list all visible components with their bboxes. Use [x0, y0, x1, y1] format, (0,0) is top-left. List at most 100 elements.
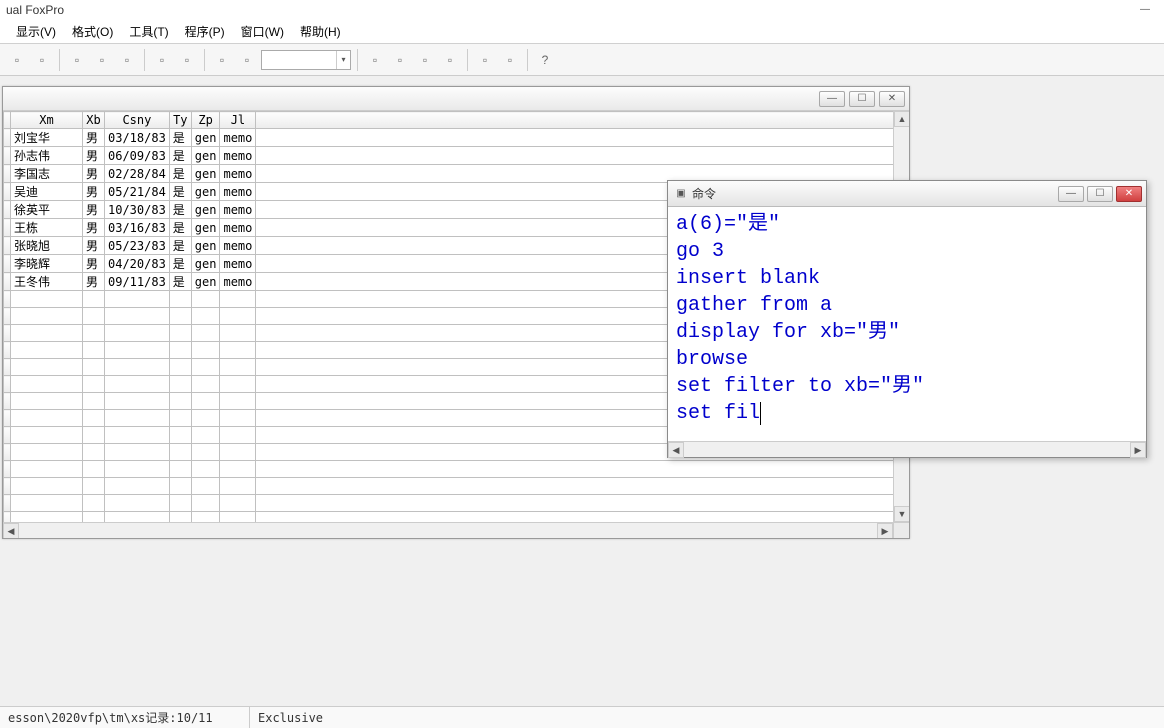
- table-row[interactable]: 孙志伟男06/09/83是genmemo: [4, 147, 904, 165]
- cell-zp[interactable]: gen: [191, 147, 220, 165]
- toolbar-combo[interactable]: ▾: [261, 50, 351, 70]
- cell-jl[interactable]: memo: [220, 183, 256, 201]
- cell-csny[interactable]: 05/23/83: [105, 237, 170, 255]
- row-header[interactable]: [4, 237, 11, 255]
- table-row[interactable]: 刘宝华男03/18/83是genmemo: [4, 129, 904, 147]
- cut-icon[interactable]: ▫: [66, 49, 88, 71]
- cell-jl[interactable]: memo: [220, 237, 256, 255]
- cell-xb[interactable]: 男: [83, 255, 105, 273]
- cell-xm[interactable]: 李国志: [11, 165, 83, 183]
- close-button[interactable]: ✕: [879, 91, 905, 107]
- modify-icon[interactable]: ▫: [236, 49, 258, 71]
- column-header-xb[interactable]: Xb: [83, 112, 105, 129]
- cell-xm[interactable]: 王栋: [11, 219, 83, 237]
- column-header-zp[interactable]: Zp: [191, 112, 220, 129]
- cell-xb[interactable]: 男: [83, 129, 105, 147]
- run-icon[interactable]: ▫: [211, 49, 233, 71]
- cell-ty[interactable]: 是: [169, 165, 191, 183]
- row-header[interactable]: [4, 129, 11, 147]
- cell-xb[interactable]: 男: [83, 273, 105, 291]
- cell-xb[interactable]: 男: [83, 219, 105, 237]
- cell-xm[interactable]: 张晓旭: [11, 237, 83, 255]
- cell-xb[interactable]: 男: [83, 183, 105, 201]
- cell-zp[interactable]: gen: [191, 183, 220, 201]
- row-header[interactable]: [4, 183, 11, 201]
- cell-xm[interactable]: 王冬伟: [11, 273, 83, 291]
- menu-item-4[interactable]: 窗口(W): [233, 23, 292, 40]
- database-icon[interactable]: ▫: [439, 49, 461, 71]
- horizontal-scrollbar[interactable]: ◀ ▶: [3, 522, 893, 538]
- cell-jl[interactable]: memo: [220, 129, 256, 147]
- cell-ty[interactable]: 是: [169, 219, 191, 237]
- label-icon[interactable]: ▫: [414, 49, 436, 71]
- row-header[interactable]: [4, 255, 11, 273]
- cell-csny[interactable]: 05/21/84: [105, 183, 170, 201]
- cell-csny[interactable]: 03/16/83: [105, 219, 170, 237]
- browse-titlebar[interactable]: — ☐ ✕: [3, 87, 909, 111]
- cell-zp[interactable]: gen: [191, 201, 220, 219]
- cell-jl[interactable]: memo: [220, 273, 256, 291]
- cell-csny[interactable]: 02/28/84: [105, 165, 170, 183]
- new-icon[interactable]: ▫: [6, 49, 28, 71]
- menu-item-1[interactable]: 格式(O): [64, 23, 121, 40]
- cell-ty[interactable]: 是: [169, 147, 191, 165]
- cell-ty[interactable]: 是: [169, 255, 191, 273]
- row-header[interactable]: [4, 201, 11, 219]
- column-header-ty[interactable]: Ty: [169, 112, 191, 129]
- cell-jl[interactable]: memo: [220, 219, 256, 237]
- minimize-button[interactable]: —: [819, 91, 845, 107]
- cell-csny[interactable]: 04/20/83: [105, 255, 170, 273]
- cell-zp[interactable]: gen: [191, 255, 220, 273]
- cell-ty[interactable]: 是: [169, 201, 191, 219]
- undo-icon[interactable]: ▫: [151, 49, 173, 71]
- command-text-area[interactable]: a(6)="是" go 3 insert blank gather from a…: [668, 207, 1146, 441]
- cell-ty[interactable]: 是: [169, 273, 191, 291]
- cell-xb[interactable]: 男: [83, 147, 105, 165]
- scroll-up-icon[interactable]: ▲: [894, 111, 909, 127]
- cell-csny[interactable]: 10/30/83: [105, 201, 170, 219]
- scroll-left-icon[interactable]: ◀: [3, 523, 19, 538]
- builder-icon[interactable]: ▫: [499, 49, 521, 71]
- cell-csny[interactable]: 09/11/83: [105, 273, 170, 291]
- copy-icon[interactable]: ▫: [91, 49, 113, 71]
- redo-icon[interactable]: ▫: [176, 49, 198, 71]
- cell-xm[interactable]: 吴迪: [11, 183, 83, 201]
- paste-icon[interactable]: ▫: [116, 49, 138, 71]
- minimize-icon[interactable]: —: [1132, 2, 1158, 16]
- cell-zp[interactable]: gen: [191, 165, 220, 183]
- row-header[interactable]: [4, 219, 11, 237]
- cell-ty[interactable]: 是: [169, 183, 191, 201]
- cell-ty[interactable]: 是: [169, 237, 191, 255]
- column-header-xm[interactable]: Xm: [11, 112, 83, 129]
- column-header-csny[interactable]: Csny: [105, 112, 170, 129]
- scroll-left-icon[interactable]: ◀: [668, 442, 684, 458]
- cell-xm[interactable]: 徐英平: [11, 201, 83, 219]
- command-titlebar[interactable]: ▣ 命令 — ☐ ✕: [668, 181, 1146, 207]
- cell-xm[interactable]: 孙志伟: [11, 147, 83, 165]
- command-horizontal-scrollbar[interactable]: ◀ ▶: [668, 441, 1146, 457]
- menu-item-0[interactable]: 显示(V): [8, 23, 64, 40]
- form-icon[interactable]: ▫: [364, 49, 386, 71]
- cell-zp[interactable]: gen: [191, 219, 220, 237]
- cell-ty[interactable]: 是: [169, 129, 191, 147]
- maximize-button[interactable]: ☐: [1087, 186, 1113, 202]
- cell-xb[interactable]: 男: [83, 237, 105, 255]
- row-header[interactable]: [4, 165, 11, 183]
- cell-xb[interactable]: 男: [83, 165, 105, 183]
- menu-item-5[interactable]: 帮助(H): [292, 23, 349, 40]
- cell-zp[interactable]: gen: [191, 129, 220, 147]
- column-header-jl[interactable]: Jl: [220, 112, 256, 129]
- row-header[interactable]: [4, 273, 11, 291]
- scroll-down-icon[interactable]: ▼: [894, 506, 909, 522]
- autoformat-icon[interactable]: ▫: [474, 49, 496, 71]
- help-icon[interactable]: ?: [534, 49, 556, 71]
- scroll-right-icon[interactable]: ▶: [1130, 442, 1146, 458]
- report-icon[interactable]: ▫: [389, 49, 411, 71]
- chevron-down-icon[interactable]: ▾: [336, 51, 350, 69]
- menu-item-2[interactable]: 工具(T): [121, 23, 176, 40]
- open-icon[interactable]: ▫: [31, 49, 53, 71]
- cell-jl[interactable]: memo: [220, 147, 256, 165]
- maximize-button[interactable]: ☐: [849, 91, 875, 107]
- minimize-button[interactable]: —: [1058, 186, 1084, 202]
- row-header[interactable]: [4, 147, 11, 165]
